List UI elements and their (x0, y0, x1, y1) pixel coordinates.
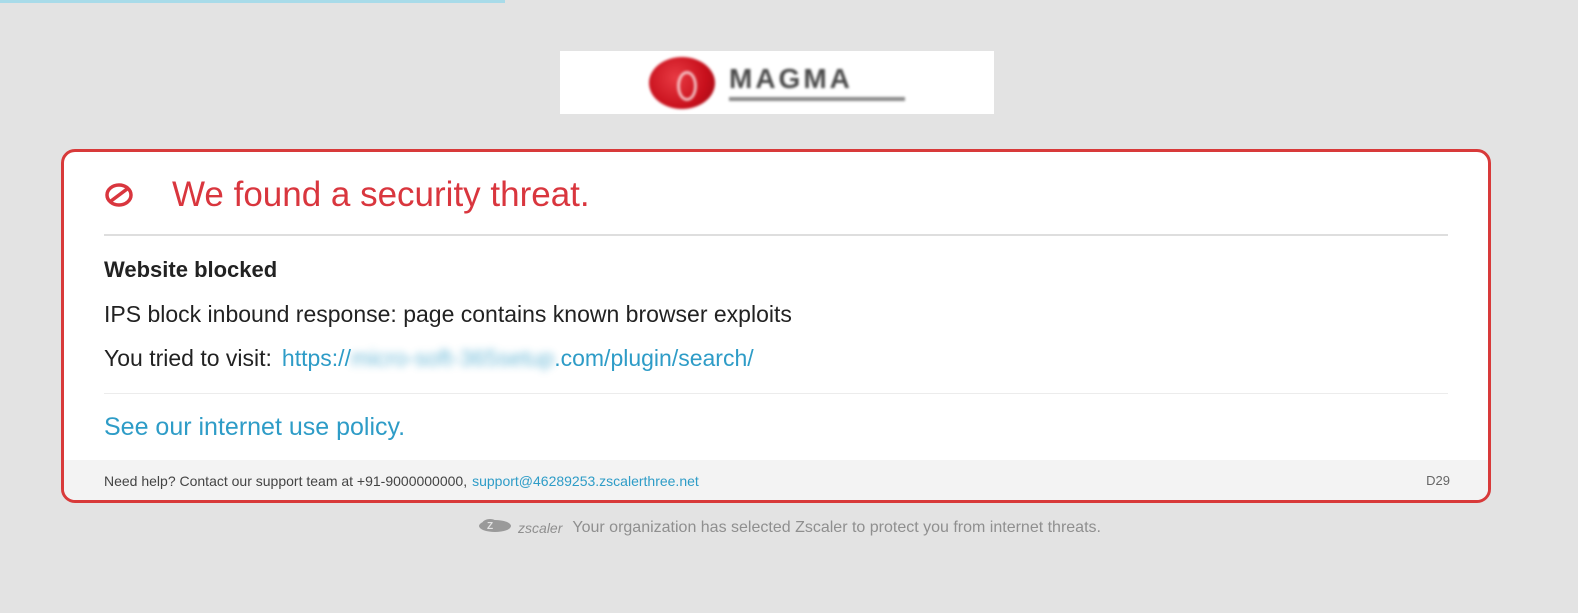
support-help-line: Need help? Contact our support team at +… (104, 473, 699, 489)
policy-divider (104, 393, 1448, 394)
top-tab-strip (0, 0, 505, 3)
support-email-link[interactable]: support@46289253.zscalerthree.net (472, 473, 699, 489)
company-logo-text: MAGMA (729, 62, 853, 94)
visited-url-redacted-part: micro-soft-365setup (350, 345, 555, 371)
company-logo: MAGMA (560, 51, 994, 114)
zscaler-cloud-icon: Z (477, 516, 515, 539)
company-logo-tagline-bar (729, 96, 905, 101)
visited-url-row: You tried to visit: https:// micro-soft-… (104, 344, 754, 372)
company-logo-inner: MAGMA (649, 56, 905, 109)
block-status-heading: Website blocked (104, 257, 278, 282)
support-footer: Need help? Contact our support team at +… (64, 460, 1488, 500)
visited-url-link[interactable]: https:// micro-soft-365setup .com/plugin… (282, 344, 754, 372)
visited-url-suffix: .com/plugin/search/ (554, 345, 754, 371)
error-code: D29 (1426, 473, 1450, 488)
zscaler-logo: Z zscaler (477, 516, 562, 539)
internet-use-policy-link[interactable]: See our internet use policy. (104, 411, 405, 443)
support-help-text: Need help? Contact our support team at +… (104, 473, 468, 489)
header-divider (104, 234, 1448, 236)
company-logo-mark-icon (649, 56, 715, 109)
zscaler-footer: Z zscaler Your organization has selected… (0, 516, 1578, 539)
block-reason-text: IPS block inbound response: page contain… (104, 301, 792, 327)
block-notice-card: We found a security threat. Website bloc… (61, 149, 1491, 503)
block-icon (104, 180, 134, 210)
protection-message: Your organization has selected Zscaler t… (572, 518, 1101, 536)
zscaler-brand-text: zscaler (518, 519, 563, 536)
block-notice-header: We found a security threat. (104, 174, 590, 216)
visited-url-label: You tried to visit: (104, 345, 272, 371)
svg-text:Z: Z (487, 521, 493, 532)
company-logo-wordmark: MAGMA (729, 62, 905, 101)
visited-url-prefix: https:// (281, 345, 351, 371)
page-title: We found a security threat. (172, 175, 590, 214)
